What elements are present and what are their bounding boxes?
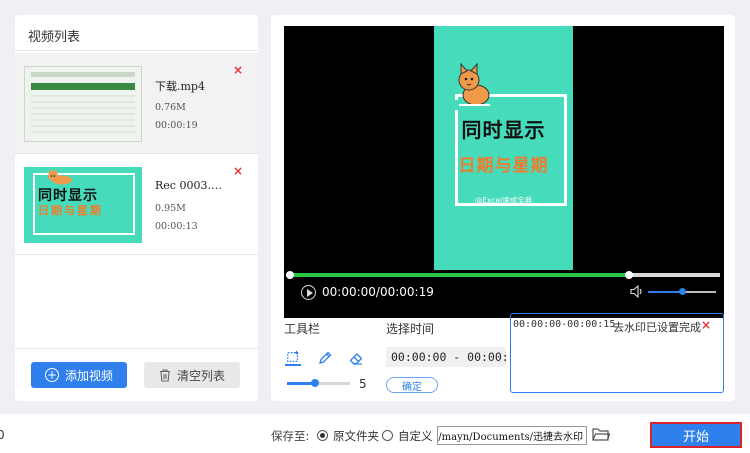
video-caption-title: 同时显示 xyxy=(461,118,546,142)
video-caption-subtitle: 日期与星期 xyxy=(458,156,549,176)
select-time-label: 选择时间 xyxy=(386,322,435,336)
cat-icon xyxy=(48,169,72,185)
video-list-title: 视频列表 xyxy=(28,30,81,45)
remove-video-icon[interactable]: × xyxy=(233,63,243,77)
video-caption-credit: @Excel速成宝典 xyxy=(474,196,533,205)
eraser-icon[interactable] xyxy=(348,350,364,366)
divider xyxy=(15,254,258,255)
status-text: 0 xyxy=(0,428,5,442)
video-thumbnail xyxy=(24,66,142,142)
start-button[interactable]: 开始 xyxy=(650,422,742,448)
video-duration: 00:00:19 xyxy=(155,120,198,131)
video-frame-border xyxy=(455,94,567,206)
watermark-segments-list: 00:00:00-00:00:15 去水印已设置完成 × xyxy=(510,313,724,393)
volume-slider[interactable] xyxy=(648,288,716,295)
segment-time: 00:00:00-00:00:15 xyxy=(513,319,616,330)
video-list-item[interactable]: 下载.mp4 0.76M 00:00:19 × xyxy=(15,53,258,153)
video-name: Rec 0003.… xyxy=(155,179,222,192)
trash-icon xyxy=(159,368,170,382)
clear-list-button[interactable]: 清空列表 xyxy=(144,362,240,388)
pen-icon[interactable] xyxy=(317,350,333,366)
video-frame: 同时显示 日期与星期 @Excel速成宝典 xyxy=(434,26,573,270)
brush-size-value: 5 xyxy=(359,377,367,391)
plus-circle-icon: + xyxy=(44,368,59,382)
clear-list-label: 清空列表 xyxy=(176,368,225,383)
original-folder-label: 原文件夹 xyxy=(333,429,379,443)
original-folder-radio[interactable] xyxy=(317,430,328,441)
time-range-field[interactable]: 00:00:00 - 00:00:15 xyxy=(386,347,506,367)
play-icon[interactable] xyxy=(301,285,316,300)
divider xyxy=(15,50,258,51)
video-thumbnail: 同时显示 日期与星期 xyxy=(24,167,142,243)
progress-fill xyxy=(288,273,630,277)
thumbnail-text: 日期与星期 xyxy=(38,204,103,217)
video-list-panel: 视频列表 下载.mp4 0.76M 00:00:19 × 同时显示 日期与星期 … xyxy=(15,15,258,401)
custom-folder-radio[interactable] xyxy=(382,430,393,441)
segment-status: 去水印已设置完成 xyxy=(613,321,701,334)
save-to-label: 保存至: xyxy=(271,429,310,443)
progress-start-handle[interactable] xyxy=(286,271,294,279)
remove-video-icon[interactable]: × xyxy=(233,164,243,178)
remove-segment-icon[interactable]: × xyxy=(701,318,711,332)
playback-progress-bar[interactable] xyxy=(286,271,720,279)
folder-icon[interactable] xyxy=(592,427,610,442)
progress-handle[interactable] xyxy=(625,271,634,279)
confirm-button[interactable]: 确定 xyxy=(386,377,438,393)
brush-size-handle[interactable] xyxy=(311,379,320,387)
video-size: 0.76M xyxy=(155,102,186,113)
speaker-icon[interactable] xyxy=(630,285,644,298)
video-player[interactable]: 同时显示 日期与星期 @Excel速成宝典 00:00:00/00:00:19 xyxy=(284,26,724,318)
output-path-field[interactable]: ers/mayn/Documents/迅捷去水印 xyxy=(437,426,587,445)
custom-folder-label: 自定义 xyxy=(398,429,433,443)
brush-size-slider[interactable] xyxy=(287,379,350,387)
video-size: 0.95M xyxy=(155,203,186,214)
video-list-item[interactable]: 同时显示 日期与星期 Rec 0003.… 0.95M 00:00:13 × xyxy=(15,154,258,254)
volume-fill xyxy=(648,291,682,293)
video-duration: 00:00:13 xyxy=(155,221,198,232)
selection-box-icon[interactable] xyxy=(285,350,301,366)
video-name: 下载.mp4 xyxy=(155,80,205,93)
cat-icon xyxy=(458,62,490,106)
bottom-bar: 0 保存至: 原文件夹 自定义 ers/mayn/Documents/迅捷去水印… xyxy=(0,414,750,453)
divider xyxy=(15,348,258,349)
editor-panel: 同时显示 日期与星期 @Excel速成宝典 00:00:00/00:00:19 … xyxy=(271,15,735,401)
toolbar-label: 工具栏 xyxy=(284,322,321,336)
playback-time: 00:00:00/00:00:19 xyxy=(322,285,434,299)
add-video-button[interactable]: + 添加视频 xyxy=(31,362,127,388)
volume-handle[interactable] xyxy=(678,288,686,295)
add-video-label: 添加视频 xyxy=(64,368,113,383)
